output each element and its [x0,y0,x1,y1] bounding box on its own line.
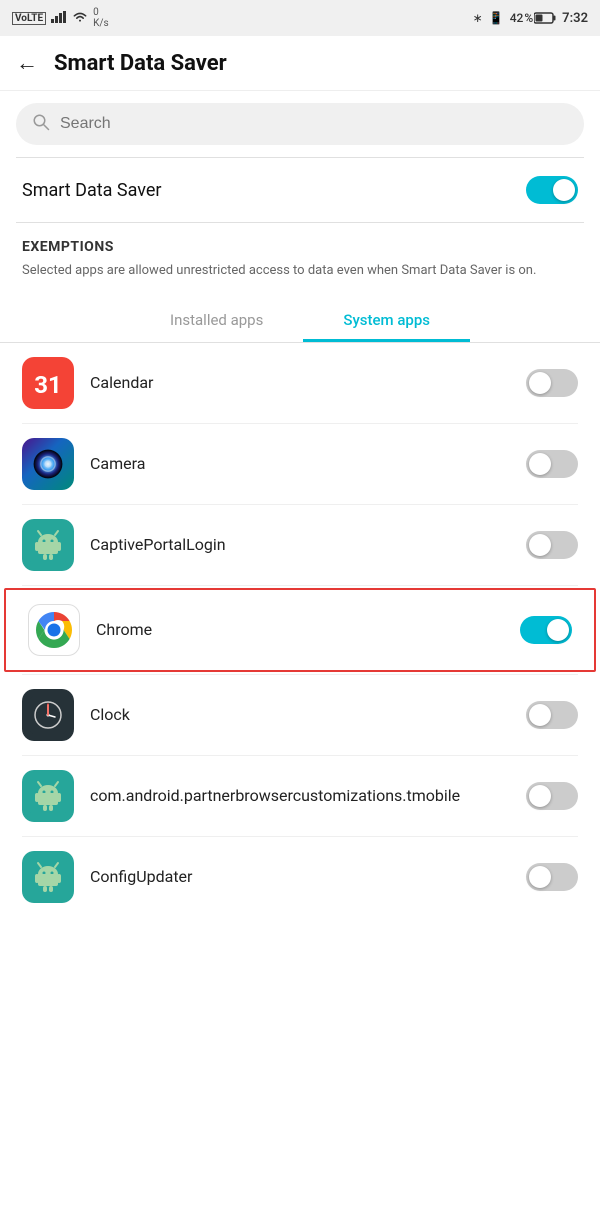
volte-label: VoLTE [12,12,46,25]
app-name-chrome: Chrome [96,620,504,639]
page-title: Smart Data Saver [54,51,227,76]
app-row-captiveportallogin: CaptivePortalLogin [0,505,600,585]
main-toggle-label: Smart Data Saver [22,180,162,201]
main-toggle-row: Smart Data Saver [0,158,600,222]
app-icon-camera [22,438,74,490]
search-bar[interactable] [16,103,584,145]
app-row-partnerbrowser: com.android.partnerbrowsercustomizations… [0,756,600,836]
status-left: VoLTE 0K/s [12,7,109,29]
search-icon [32,113,50,135]
app-row-calendar: 31 Calendar [0,343,600,423]
bluetooth-icon: ∗ [473,11,483,25]
network-speed: 0K/s [93,7,109,29]
toggle-thumb [553,179,575,201]
app-icon-clock [22,689,74,741]
app-list: 31 Calendar [0,343,600,917]
toggle-calendar[interactable] [526,369,578,397]
status-right: ∗ 📱 42% 7:32 [473,11,588,26]
signal-icon [51,11,67,26]
toggle-clock[interactable] [526,701,578,729]
toggle-camera[interactable] [526,450,578,478]
status-bar: VoLTE 0K/s ∗ 📱 42% 7:32 [0,0,600,36]
time: 7:32 [562,11,588,26]
tab-installed-apps[interactable]: Installed apps [130,301,303,342]
toggle-partnerbrowser[interactable] [526,782,578,810]
exemptions-description: Selected apps are allowed unrestricted a… [22,261,578,281]
tab-system-apps[interactable]: System apps [303,301,470,342]
battery-icon: 42% [510,11,556,25]
toggle-captiveportallogin[interactable] [526,531,578,559]
app-icon-configupdater [22,851,74,903]
back-button[interactable]: ← [16,50,38,76]
app-row-clock: Clock [0,675,600,755]
app-name-partnerbrowser: com.android.partnerbrowsercustomizations… [90,786,510,805]
toggle-chrome[interactable] [520,616,572,644]
app-row-camera: Camera [0,424,600,504]
app-name-captiveportallogin: CaptivePortalLogin [90,535,510,554]
app-name-clock: Clock [90,705,510,724]
divider-captiveportallogin [22,585,578,586]
app-name-camera: Camera [90,454,510,473]
app-icon-chrome [28,604,80,656]
app-icon-captiveportallogin [22,519,74,571]
app-icon-partnerbrowser [22,770,74,822]
exemptions-section: EXEMPTIONS Selected apps are allowed unr… [0,223,600,289]
header: ← Smart Data Saver [0,36,600,91]
app-row-configupdater: ConfigUpdater [0,837,600,917]
app-icon-calendar: 31 [22,357,74,409]
wifi-icon [72,11,88,26]
app-name-calendar: Calendar [90,373,510,392]
app-row-chrome: Chrome [4,588,596,672]
tabs-row: Installed apps System apps [0,289,600,342]
main-toggle-switch[interactable] [526,176,578,204]
toggle-configupdater[interactable] [526,863,578,891]
exemptions-title: EXEMPTIONS [22,239,578,255]
vibrate-icon: 📱 [489,11,504,25]
search-container [0,91,600,157]
app-name-configupdater: ConfigUpdater [90,867,510,886]
search-input[interactable] [60,115,568,133]
